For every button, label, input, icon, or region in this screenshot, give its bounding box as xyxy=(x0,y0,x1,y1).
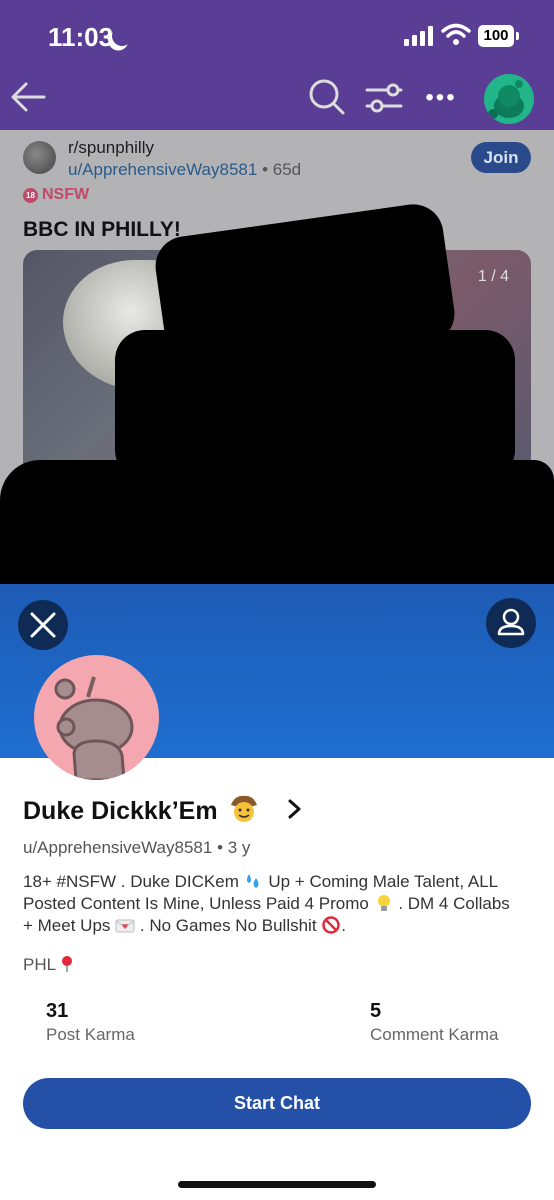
close-icon xyxy=(30,612,56,638)
separator: • xyxy=(262,160,269,179)
filter-icon[interactable] xyxy=(364,80,404,116)
battery-indicator: 100 xyxy=(478,25,519,47)
image-counter: 1 / 4 xyxy=(477,268,509,285)
user-icon xyxy=(497,608,525,636)
display-name-text: Duke Dickkk’Em xyxy=(23,797,218,825)
post-author[interactable]: u/ApprehensiveWay8581 xyxy=(68,160,257,179)
view-profile-button[interactable] xyxy=(486,598,536,648)
post-title[interactable]: BBC IN PHILLY! xyxy=(23,218,181,242)
love-letter-icon xyxy=(115,916,135,934)
bio-text: . No Games No Bullshit xyxy=(139,916,317,935)
home-indicator[interactable] xyxy=(178,1181,376,1188)
redaction-block xyxy=(0,460,554,600)
light-bulb-icon xyxy=(374,894,394,912)
profile-display-name: Duke Dickkk’Em xyxy=(23,793,259,826)
subreddit-name[interactable]: r/spunphilly xyxy=(68,138,154,158)
comment-karma-label: Comment Karma xyxy=(370,1025,499,1044)
profile-avatar xyxy=(34,655,159,780)
redaction-block xyxy=(115,330,515,480)
sweat-droplets-icon xyxy=(244,872,264,890)
prohibited-icon xyxy=(321,916,341,934)
nsfw-label: NSFW xyxy=(42,186,90,203)
comment-karma: 5 Comment Karma xyxy=(370,1000,498,1045)
bio-text: . xyxy=(341,916,347,935)
search-icon[interactable] xyxy=(308,78,346,116)
nsfw-badge: 18 NSFW xyxy=(23,186,89,204)
profile-location: PHL xyxy=(23,955,74,975)
post-age: 65d xyxy=(272,160,302,179)
post-author-line: u/ApprehensiveWay8581 • 65d xyxy=(68,160,301,180)
chevron-right-icon[interactable] xyxy=(284,798,304,820)
cowboy-emoji-icon xyxy=(229,793,259,823)
start-chat-button[interactable]: Start Chat xyxy=(23,1078,531,1129)
app-header: 11:03 100 ••• xyxy=(0,0,554,130)
profile-username-line: u/ApprehensiveWay8581 • 3 y xyxy=(23,838,250,858)
account-age: 3 y xyxy=(227,838,251,857)
profile-username: u/ApprehensiveWay8581 xyxy=(23,838,213,857)
user-avatar[interactable] xyxy=(484,74,534,124)
join-button[interactable]: Join xyxy=(471,142,531,173)
close-button[interactable] xyxy=(18,600,68,650)
subreddit-avatar[interactable] xyxy=(23,141,56,174)
nsfw-icon: 18 xyxy=(23,188,38,203)
bio-text: 18+ #NSFW . Duke DICKem xyxy=(23,872,239,891)
signal-icon xyxy=(404,26,434,46)
post-card: r/spunphilly u/ApprehensiveWay8581 • 65d… xyxy=(0,130,554,600)
post-karma-value: 31 xyxy=(46,1000,69,1022)
comment-karma-value: 5 xyxy=(370,1000,382,1022)
arrow-left-icon[interactable] xyxy=(10,80,46,114)
status-time: 11:03 xyxy=(48,22,114,52)
post-karma-label: Post Karma xyxy=(46,1025,135,1044)
more-icon[interactable]: ••• xyxy=(424,85,458,111)
pin-icon xyxy=(60,955,74,973)
separator: • xyxy=(217,838,224,857)
wifi-icon xyxy=(441,23,471,45)
profile-bio: 18+ #NSFW . Duke DICKem Up + Coming Male… xyxy=(23,871,513,937)
post-karma: 31 Post Karma xyxy=(46,1000,135,1045)
location-text: PHL xyxy=(23,955,57,974)
